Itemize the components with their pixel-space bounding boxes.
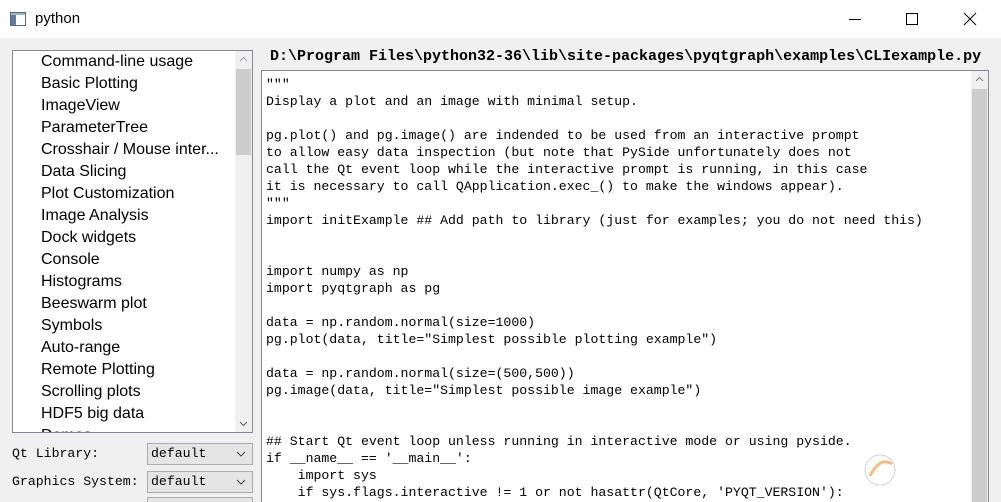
graphics-system-combo[interactable]: default bbox=[147, 471, 253, 493]
example-list-item[interactable]: Data Slicing bbox=[13, 161, 235, 183]
example-list-item[interactable]: Dock widgets bbox=[13, 227, 235, 249]
file-path-label: D:\Program Files\python32-36\lib\site-pa… bbox=[270, 48, 982, 65]
example-list-item[interactable]: Basic Plotting bbox=[13, 73, 235, 95]
code-line: if __name__ == '__main__': bbox=[266, 451, 472, 466]
python-window-icon[interactable] bbox=[10, 11, 26, 27]
example-list-item[interactable]: HDF5 big data bbox=[13, 403, 235, 425]
example-list-item[interactable]: Command-line usage bbox=[13, 51, 235, 73]
example-list-item[interactable]: Remote Plotting bbox=[13, 359, 235, 381]
code-line: pg.plot(data, title="Simplest possible p… bbox=[266, 332, 718, 347]
close-icon bbox=[963, 12, 977, 26]
code-line: import sys bbox=[266, 468, 377, 483]
code-line: Display a plot and an image with minimal… bbox=[266, 94, 638, 109]
chevron-down-icon bbox=[239, 421, 248, 427]
qt-library-value: default bbox=[151, 446, 207, 461]
chevron-down-icon bbox=[236, 451, 246, 457]
scroll-down-button[interactable] bbox=[235, 415, 252, 432]
examples-tree-items: Command-line usage Basic Plotting ImageVie… bbox=[13, 51, 235, 432]
code-editor-scrollbar[interactable] bbox=[971, 71, 988, 502]
code-line: pg.plot() and pg.image() are indended to… bbox=[266, 128, 860, 143]
example-list-item[interactable]: Auto-range bbox=[13, 337, 235, 359]
code-line: to allow easy data inspection (but note … bbox=[266, 145, 852, 160]
minimize-icon bbox=[849, 19, 861, 20]
code-editor[interactable]: """ Display a plot and an image with mini… bbox=[261, 70, 989, 502]
code-line: """ bbox=[266, 196, 290, 211]
example-list-item[interactable]: Symbols bbox=[13, 315, 235, 337]
example-list-item[interactable]: Beeswarm plot bbox=[13, 293, 235, 315]
graphics-system-value: default bbox=[151, 474, 207, 489]
scrollbar-thumb[interactable] bbox=[972, 89, 987, 502]
example-list-item[interactable]: ImageView bbox=[13, 95, 235, 117]
graphics-system-label: Graphics System: bbox=[12, 474, 139, 489]
scrollbar-thumb[interactable] bbox=[236, 69, 251, 155]
code-line: import numpy as np bbox=[266, 264, 409, 279]
close-button[interactable] bbox=[947, 0, 993, 38]
code-line: """ bbox=[266, 77, 290, 92]
code-line: call the Qt event loop while the interac… bbox=[266, 162, 868, 177]
title-bar[interactable]: python bbox=[0, 0, 1001, 38]
examples-tree[interactable]: Command-line usage Basic Plotting ImageVie… bbox=[12, 50, 253, 433]
code-line: data = np.random.normal(size=(500,500)) bbox=[266, 366, 575, 381]
qt-library-label: Qt Library: bbox=[12, 446, 100, 461]
code-line: ## Start Qt event loop unless running in… bbox=[266, 434, 852, 449]
example-list-item[interactable]: Histograms bbox=[13, 271, 235, 293]
example-list-item[interactable]: Console bbox=[13, 249, 235, 271]
example-list-item[interactable]: Demos bbox=[13, 425, 235, 432]
code-text: """ Display a plot and an image with mini… bbox=[266, 76, 966, 501]
example-list-item[interactable]: Plot Customization bbox=[13, 183, 235, 205]
code-line: import initExample ## Add path to librar… bbox=[266, 213, 923, 228]
code-line: data = np.random.normal(size=1000) bbox=[266, 315, 536, 330]
qt-library-combo[interactable]: default bbox=[147, 443, 253, 465]
chevron-up-icon bbox=[239, 56, 248, 62]
chevron-down-icon bbox=[236, 479, 246, 485]
example-list-item[interactable]: Scrolling plots bbox=[13, 381, 235, 403]
scroll-up-button[interactable] bbox=[235, 51, 252, 68]
minimize-button[interactable] bbox=[832, 0, 878, 38]
example-list-item[interactable]: Image Analysis bbox=[13, 205, 235, 227]
scroll-up-button[interactable] bbox=[971, 71, 988, 88]
code-line: it is necessary to call QApplication.exe… bbox=[266, 179, 844, 194]
additional-combo[interactable] bbox=[147, 497, 253, 502]
maximize-button[interactable] bbox=[889, 0, 935, 38]
chevron-up-icon bbox=[975, 76, 984, 82]
example-list-item[interactable]: Crosshair / Mouse inter... bbox=[13, 139, 235, 161]
code-line: import pyqtgraph as pg bbox=[266, 281, 441, 296]
example-list-item[interactable]: ParameterTree bbox=[13, 117, 235, 139]
code-line: if sys.flags.interactive != 1 or not has… bbox=[266, 485, 844, 500]
examples-tree-scrollbar[interactable] bbox=[235, 51, 252, 432]
window-title: python bbox=[35, 10, 81, 27]
code-line: pg.image(data, title="Simplest possible … bbox=[266, 383, 702, 398]
maximize-icon bbox=[906, 13, 918, 25]
